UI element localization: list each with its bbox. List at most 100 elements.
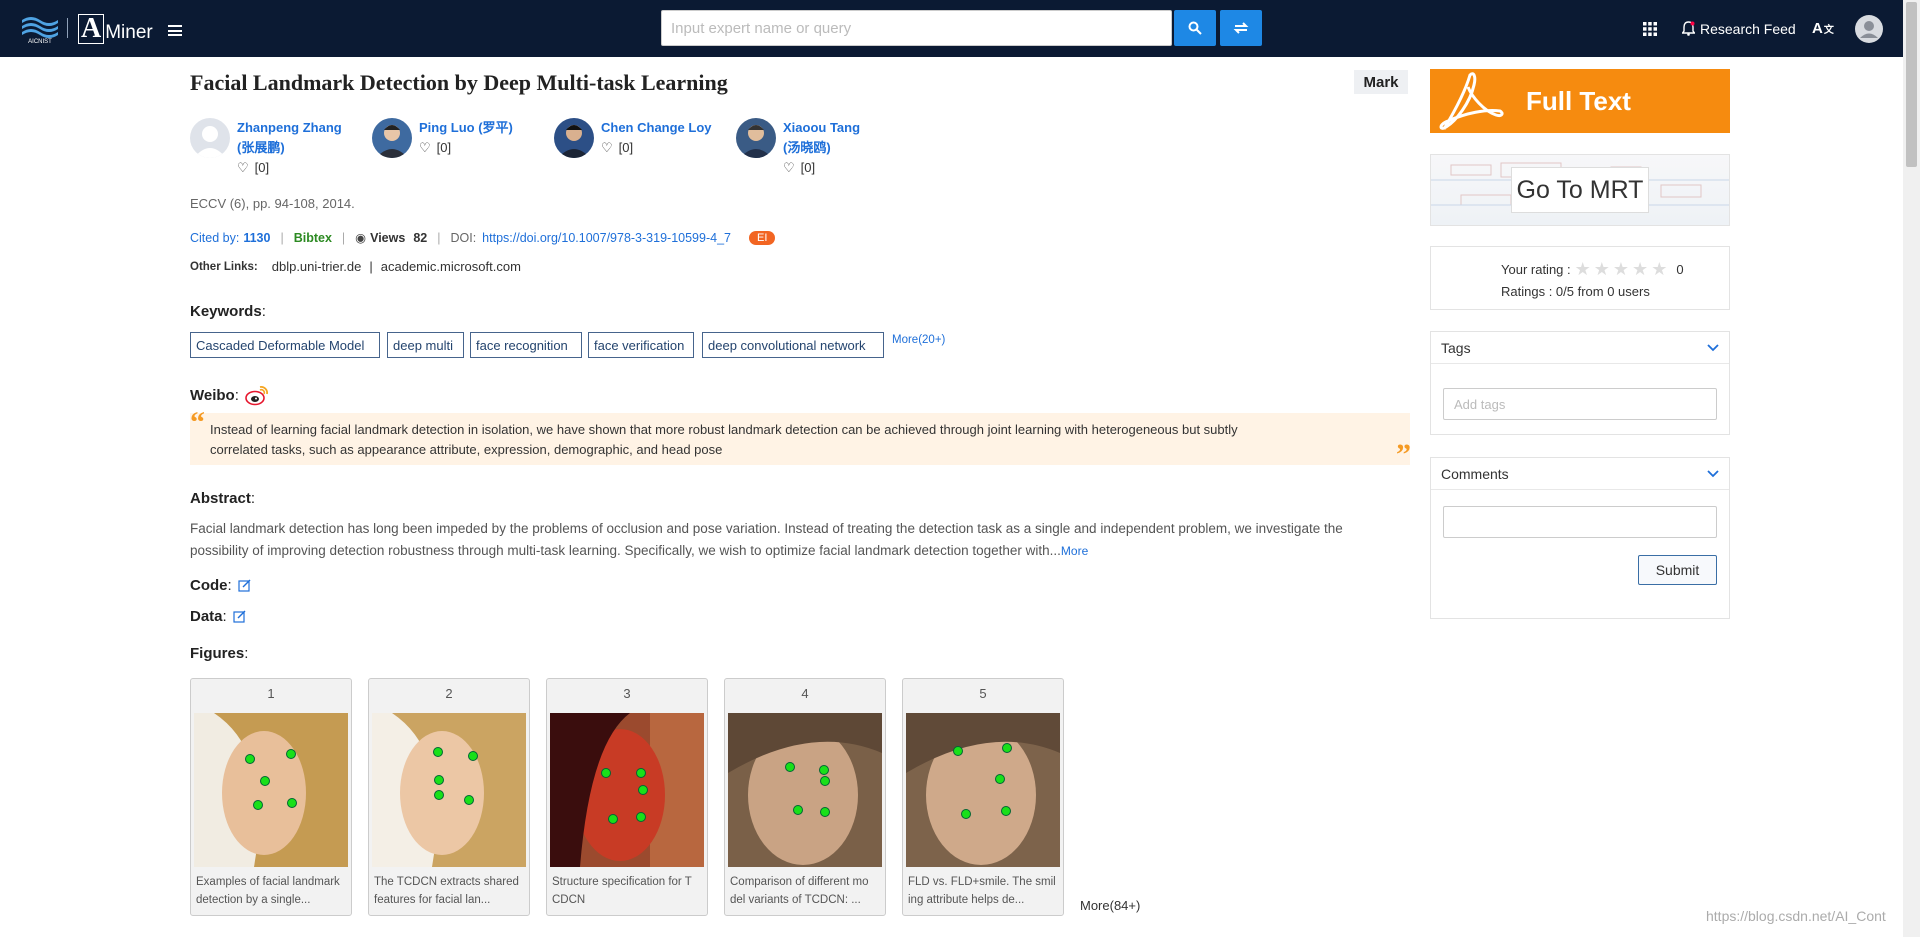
search-input[interactable]: Input expert name or query [661, 10, 1172, 46]
page-scrollbar[interactable] [1903, 0, 1920, 937]
keyword-tag[interactable]: face verification [588, 332, 694, 358]
keywords-more-link[interactable]: More(20+) [892, 334, 945, 346]
author-photo[interactable] [554, 118, 594, 158]
author-photo[interactable] [372, 118, 412, 158]
figure-number: 1 [267, 686, 275, 701]
apps-grid-icon[interactable] [1643, 0, 1657, 57]
eye-icon: ◉ [355, 231, 367, 245]
heart-icon[interactable]: ♡ [601, 138, 613, 158]
search-placeholder: Input expert name or query [671, 19, 852, 37]
comment-input[interactable] [1443, 506, 1717, 538]
star-icon[interactable]: ★ [1575, 259, 1591, 280]
menu-icon[interactable] [168, 25, 182, 36]
abstract-more-link[interactable]: More [1061, 544, 1088, 558]
cited-by-count[interactable]: 1130 [243, 231, 270, 245]
mark-button[interactable]: Mark [1354, 70, 1408, 94]
figure-card[interactable]: 3 Structure specification for T CDCN [546, 678, 708, 916]
weibo-icon[interactable] [245, 384, 269, 406]
figure-thumbnail[interactable] [728, 713, 882, 867]
tags-box: Tags Add tags [1430, 331, 1730, 435]
go-to-mrt-button[interactable]: Go To MRT [1430, 154, 1730, 226]
close-quote-icon: ” [1396, 438, 1411, 471]
figure-caption: Comparison of different mo del variants o… [730, 876, 869, 906]
abstract-text: Facial landmark detection has long been … [190, 518, 1410, 562]
author-card: Ping Luo (罗平) ♡ [0] [372, 118, 513, 158]
edit-icon[interactable] [238, 579, 251, 592]
edit-icon[interactable] [233, 610, 246, 623]
comments-header[interactable]: Comments [1431, 458, 1729, 490]
author-name-chinese[interactable]: (张展鹏) [237, 138, 342, 158]
tags-heading: Tags [1441, 339, 1471, 356]
aminer-org-logo[interactable]: AICNIST [20, 14, 60, 44]
figure-thumbnail[interactable] [194, 713, 348, 867]
keyword-tag[interactable]: face recognition [470, 332, 582, 358]
figure-card[interactable]: 5 FLD vs. FLD+smile. The smil ing attribu… [902, 678, 1064, 916]
figure-card[interactable]: 4 Comparison of different mo del variants… [724, 678, 886, 916]
author-name[interactable]: Chen Change Loy [601, 118, 712, 138]
tags-header[interactable]: Tags [1431, 332, 1729, 364]
dblp-link[interactable]: dblp.uni-trier.de [272, 259, 362, 274]
other-links-row: Other Links: dblp.uni-trier.de | academi… [190, 259, 521, 274]
svg-text:AICNIST: AICNIST [28, 39, 52, 44]
paper-venue: ECCV (6), pp. 94-108, 2014. [190, 196, 355, 211]
author-name[interactable]: Xiaoou Tang [783, 118, 860, 138]
author-card: Chen Change Loy ♡ [0] [554, 118, 712, 158]
your-rating-value: 0 [1676, 262, 1684, 277]
author-avatar-placeholder[interactable] [190, 118, 230, 158]
ratings-summary: Ratings : 0/5 from 0 users [1501, 284, 1650, 299]
abstract-line: Facial landmark detection has long been … [190, 521, 1343, 536]
figure-card[interactable]: 1 Examples of facial landmark detection b… [190, 678, 352, 916]
aminer-logo[interactable]: A Miner [78, 12, 153, 44]
heart-icon[interactable]: ♡ [237, 158, 249, 178]
full-text-button[interactable]: Full Text [1430, 69, 1730, 133]
research-feed-link[interactable]: Research Feed [1682, 0, 1796, 57]
keyword-tag[interactable]: Cascaded Deformable Model [190, 332, 380, 358]
full-text-label: Full Text [1526, 85, 1631, 116]
keyword-tag[interactable]: deep convolutional network [702, 332, 884, 358]
switch-search-button[interactable] [1220, 10, 1262, 46]
microsoft-academic-link[interactable]: academic.microsoft.com [381, 259, 521, 274]
doi-link[interactable]: https://doi.org/10.1007/978-3-319-10599-… [482, 231, 731, 245]
figure-card[interactable]: 2 The TCDCN extracts shared features for … [368, 678, 530, 916]
ei-badge: EI [748, 230, 776, 245]
heart-icon[interactable]: ♡ [783, 158, 795, 178]
comments-heading: Comments [1441, 465, 1509, 482]
author-name[interactable]: Ping Luo (罗平) [419, 118, 513, 138]
keywords-heading: Keywords: [190, 303, 266, 320]
figure-thumbnail[interactable] [906, 713, 1060, 867]
star-icon[interactable]: ★ [1632, 259, 1648, 280]
search-button[interactable] [1174, 10, 1216, 46]
figures-more-link[interactable]: More(84+) [1080, 898, 1140, 913]
rating-box: Your rating : ★ ★ ★ ★ ★ 0 Ratings : 0/5 from… [1430, 246, 1730, 310]
figure-thumbnail[interactable] [372, 713, 526, 867]
star-icon[interactable]: ★ [1613, 259, 1629, 280]
author-name[interactable]: Zhanpeng Zhang [237, 118, 342, 138]
scrollbar-thumb[interactable] [1906, 2, 1917, 167]
figure-caption: FLD vs. FLD+smile. The smil ing attribute… [908, 876, 1056, 906]
figure-thumbnail[interactable] [550, 713, 704, 867]
author-likes: [0] [618, 140, 634, 155]
heart-icon[interactable]: ♡ [419, 138, 431, 158]
author-photo[interactable] [736, 118, 776, 158]
data-heading: Data: [190, 608, 246, 625]
author-likes: [0] [800, 160, 816, 175]
author-name-chinese[interactable]: (汤晓鸥) [783, 138, 860, 158]
author-likes: [0] [254, 160, 270, 175]
doi-label: DOI: [450, 230, 477, 245]
figure-number: 2 [445, 686, 453, 701]
chevron-down-icon[interactable] [1707, 343, 1719, 352]
user-avatar-button[interactable] [1855, 0, 1883, 57]
paper-title: Facial Landmark Detection by Deep Multi-… [190, 70, 728, 95]
figure-number: 4 [801, 686, 809, 701]
translate-icon[interactable]: A文 [1812, 0, 1834, 57]
submit-comment-button[interactable]: Submit [1638, 555, 1717, 585]
add-tags-input[interactable]: Add tags [1443, 388, 1717, 420]
pdf-icon [1439, 72, 1504, 130]
bibtex-link[interactable]: Bibtex [294, 231, 332, 245]
go-to-mrt-label: Go To MRT [1511, 167, 1649, 213]
star-icon[interactable]: ★ [1651, 259, 1667, 280]
chevron-down-icon[interactable] [1707, 469, 1719, 478]
cited-by-label[interactable]: Cited by: [190, 231, 239, 245]
keyword-tag[interactable]: deep multi [387, 332, 464, 358]
star-icon[interactable]: ★ [1594, 259, 1610, 280]
